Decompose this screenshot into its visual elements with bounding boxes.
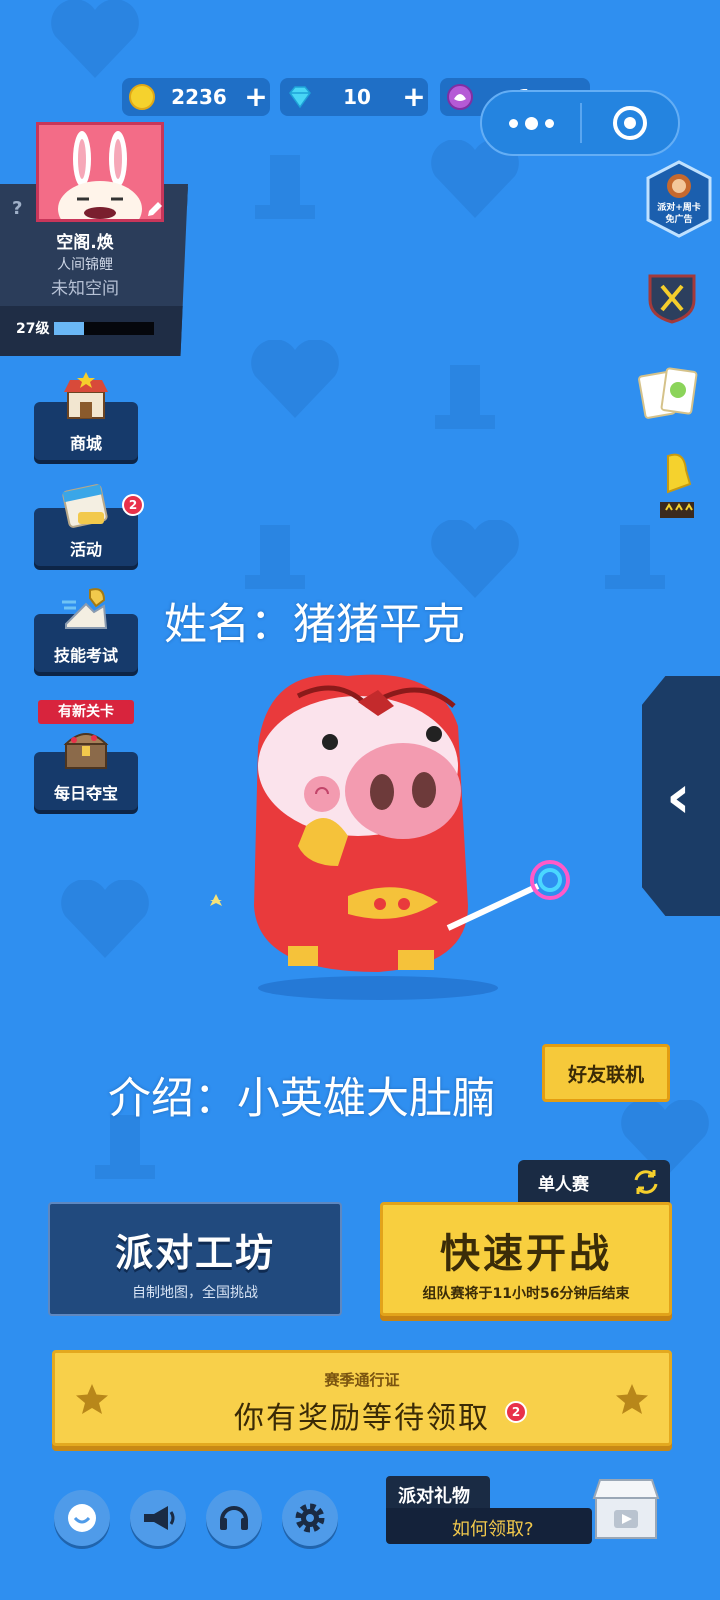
edit-pencil-icon[interactable] <box>146 200 164 218</box>
miniapp-capsule <box>480 90 680 156</box>
chat-bubble-icon <box>68 1504 96 1532</box>
party-gift-header: 派对礼物 <box>386 1476 490 1510</box>
shop-icon <box>64 372 108 419</box>
add-gems-button[interactable]: + <box>400 83 428 111</box>
heart-pattern-icon <box>51 0 139 78</box>
diamond-icon <box>289 86 311 109</box>
season-pass-banner[interactable]: 赛季通行证 你有奖励等待领取 2 <box>52 1350 672 1446</box>
help-icon[interactable]: ? <box>12 198 22 219</box>
treasure-chest-icon <box>63 733 109 769</box>
party-gift-title: 派对礼物 <box>398 1486 470 1507</box>
rabbit-avatar-icon <box>58 131 142 237</box>
hat-pattern-icon <box>605 525 665 589</box>
party-workshop-button[interactable]: 派对工坊 自制地图，全国挑战 <box>48 1202 342 1316</box>
gem-counter[interactable]: 10 + <box>280 78 428 116</box>
heart-pattern-icon <box>251 340 339 418</box>
chat-button[interactable] <box>54 1490 110 1546</box>
party-gift-link-bar: 如何领取? <box>386 1508 592 1544</box>
trophy-icon <box>660 453 694 518</box>
calendar-icon <box>62 484 108 528</box>
coin-icon <box>129 84 155 110</box>
shield-icon <box>648 274 696 324</box>
quick-battle-subtitle: 组队赛将于11小时56分钟后结束 <box>422 1286 630 1302</box>
season-pass-message: 你有奖励等待领取 <box>234 1401 490 1436</box>
friend-online-button[interactable]: 好友联机 <box>542 1044 670 1102</box>
announcement-button[interactable] <box>130 1490 186 1546</box>
coin-value: 2236 <box>171 85 227 109</box>
shop-button[interactable]: 商城 <box>34 372 138 460</box>
player-name: 空阁.焕 <box>56 233 114 253</box>
avatar[interactable] <box>36 122 164 237</box>
how-to-claim-link[interactable]: 如何领取? <box>452 1515 534 1541</box>
party-ticket-icon <box>447 84 473 110</box>
switch-mode-icon <box>634 1170 658 1194</box>
cards-icon <box>638 367 698 419</box>
season-pass-badge: 2 <box>505 1401 527 1423</box>
pig-character-image <box>210 674 570 1000</box>
solo-mode-label: 单人赛 <box>538 1175 589 1195</box>
party-workshop-subtitle: 自制地图，全国挑战 <box>132 1285 258 1301</box>
xp-bar-fill <box>54 322 84 335</box>
character-intro-caption: 介绍：小英雄大肚腩 <box>108 1074 495 1124</box>
battle-shield-button[interactable] <box>646 272 698 324</box>
skill-exam-label: 技能考试 <box>53 646 118 665</box>
quick-battle-title: 快速开战 <box>440 1231 612 1277</box>
party-gift-panel[interactable]: 派对礼物 如何领取? <box>386 1476 592 1544</box>
player-level: 27级 <box>16 321 50 337</box>
skill-exam-icon <box>62 588 108 629</box>
target-icon <box>613 106 647 140</box>
more-options-button[interactable] <box>482 116 580 130</box>
no-ads-text: 免广告 <box>665 215 693 225</box>
activity-label: 活动 <box>69 540 102 559</box>
heart-pattern-icon <box>431 520 519 598</box>
weekly-card-promo[interactable]: 派对+周卡 免广告 <box>646 160 712 238</box>
add-coins-button[interactable]: + <box>242 83 270 111</box>
chevron-left-icon: ‹ <box>666 762 691 832</box>
close-miniapp-button[interactable] <box>582 104 678 142</box>
quick-battle-button[interactable]: 快速开战 组队赛将于11小时56分钟后结束 <box>380 1202 672 1316</box>
skill-exam-button[interactable]: 技能考试 <box>34 588 138 672</box>
cards-button[interactable] <box>638 366 700 422</box>
player-space: 未知空间 <box>51 279 119 299</box>
daily-treasure-button[interactable]: 每日夺宝 <box>34 733 138 810</box>
gear-icon <box>295 1503 325 1533</box>
gift-chest-icon[interactable] <box>590 1476 662 1542</box>
activity-badge: 2 <box>122 494 144 516</box>
daily-treasure-label: 每日夺宝 <box>53 784 118 803</box>
season-pass-title: 赛季通行证 <box>324 1371 400 1389</box>
character-name-caption: 姓名：猪猪平克 <box>164 600 465 650</box>
coin-counter[interactable]: 2236 + <box>122 78 270 116</box>
hat-pattern-icon <box>435 365 495 429</box>
solo-mode-toggle[interactable]: 单人赛 <box>518 1160 670 1204</box>
new-level-tag: 有新关卡 <box>38 700 134 724</box>
shop-label: 商城 <box>69 434 102 453</box>
megaphone-icon <box>144 1506 175 1530</box>
side-panel-toggle[interactable]: ‹ <box>642 676 720 916</box>
heart-pattern-icon <box>61 880 149 958</box>
party-workshop-title: 派对工坊 <box>114 1231 275 1275</box>
hat-pattern-icon <box>255 155 315 219</box>
weekly-card-icon <box>646 160 712 238</box>
customer-service-button[interactable] <box>206 1490 262 1546</box>
xp-bar <box>54 322 154 335</box>
settings-button[interactable] <box>282 1490 338 1546</box>
headset-icon <box>220 1506 248 1530</box>
activity-button[interactable]: 活动 <box>34 484 138 566</box>
player-title: 人间锦鲤 <box>57 257 113 273</box>
ranking-trophy-button[interactable] <box>654 450 700 522</box>
hat-pattern-icon <box>245 525 305 589</box>
gem-value: 10 <box>343 85 371 109</box>
